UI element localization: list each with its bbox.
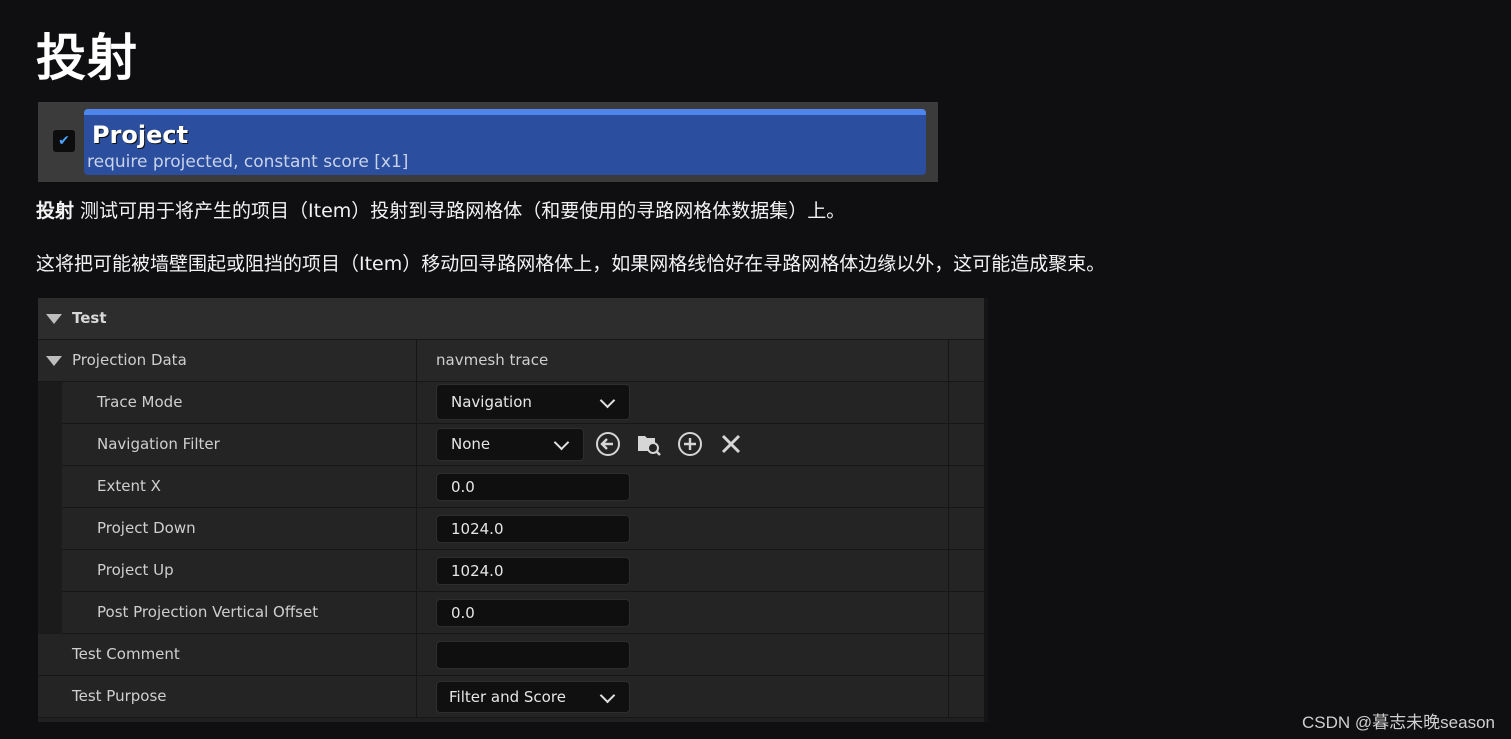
clear-icon[interactable] bbox=[717, 431, 745, 459]
row-navigation-filter: Navigation Filter None bbox=[38, 424, 984, 466]
label-extent-x: Extent X bbox=[97, 477, 161, 495]
watermark: CSDN @暮志未晚season bbox=[1302, 713, 1495, 732]
label-projection-data: Projection Data bbox=[72, 351, 187, 369]
project-node-card: Project require projected, constant scor… bbox=[84, 109, 926, 175]
page-heading: 投射 bbox=[36, 29, 138, 87]
row-project-down: Project Down 1024.0 bbox=[38, 508, 984, 550]
label-project-down: Project Down bbox=[97, 519, 196, 537]
label-trace-mode: Trace Mode bbox=[97, 393, 183, 411]
label-test-comment: Test Comment bbox=[72, 645, 180, 663]
project-down-input[interactable]: 1024.0 bbox=[436, 515, 630, 543]
label-project-up: Project Up bbox=[97, 561, 174, 579]
row-project-up: Project Up 1024.0 bbox=[38, 550, 984, 592]
label-navigation-filter: Navigation Filter bbox=[97, 435, 220, 453]
description-paragraph-2: 这将把可能被墙壁围起或阻挡的项目（Item）移动回寻路网格体上，如果网格线恰好在… bbox=[36, 253, 1106, 275]
chevron-down-icon bbox=[553, 434, 570, 451]
project-up-input[interactable]: 1024.0 bbox=[436, 557, 630, 585]
section-label-test: Test bbox=[72, 309, 107, 327]
back-arrow-icon[interactable] bbox=[594, 431, 622, 459]
trace-mode-value: Navigation bbox=[451, 393, 532, 411]
test-comment-input[interactable] bbox=[436, 641, 630, 669]
post-projection-offset-input[interactable]: 0.0 bbox=[436, 599, 630, 627]
description-text-1: 测试可用于将产生的项目（Item）投射到寻路网格体（和要使用的寻路网格体数据集）… bbox=[74, 200, 846, 222]
value-projection-data: navmesh trace bbox=[436, 351, 549, 369]
label-test-purpose: Test Purpose bbox=[72, 687, 167, 705]
trace-mode-dropdown[interactable]: Navigation bbox=[436, 384, 630, 420]
section-header-test[interactable]: Test bbox=[38, 298, 984, 340]
checkbox-checked-icon[interactable]: ✔ bbox=[53, 130, 75, 152]
test-purpose-dropdown[interactable]: Filter and Score bbox=[436, 681, 630, 713]
expand-caret-icon[interactable] bbox=[46, 356, 62, 366]
project-node-image: ✔ Project require projected, constant sc… bbox=[38, 102, 938, 182]
description-paragraph-1: 投射 测试可用于将产生的项目（Item）投射到寻路网格体（和要使用的寻路网格体数… bbox=[36, 196, 845, 223]
project-node-title: Project bbox=[92, 121, 189, 149]
navigation-filter-value: None bbox=[451, 435, 491, 453]
row-projection-data: Projection Data navmesh trace bbox=[38, 340, 984, 382]
browse-folder-icon[interactable] bbox=[635, 431, 663, 459]
project-node-subtitle: require projected, constant score [x1] bbox=[87, 152, 409, 172]
test-purpose-value: Filter and Score bbox=[449, 688, 566, 706]
navigation-filter-dropdown[interactable]: None bbox=[436, 428, 584, 461]
extent-x-input[interactable]: 0.0 bbox=[436, 473, 630, 501]
chevron-down-icon bbox=[599, 687, 616, 704]
row-trace-mode: Trace Mode Navigation bbox=[38, 382, 984, 424]
collapse-caret-icon[interactable] bbox=[46, 314, 62, 324]
label-post-projection-offset: Post Projection Vertical Offset bbox=[97, 603, 319, 621]
row-test-comment: Test Comment bbox=[38, 634, 984, 676]
row-extent-x: Extent X 0.0 bbox=[38, 466, 984, 508]
details-panel: Test Projection Data navmesh trace Trace… bbox=[38, 298, 988, 722]
row-post-projection-offset: Post Projection Vertical Offset 0.0 bbox=[38, 592, 984, 634]
chevron-down-icon bbox=[599, 392, 616, 409]
description-bold-term: 投射 bbox=[36, 200, 75, 222]
add-icon[interactable] bbox=[676, 431, 704, 459]
row-test-purpose: Test Purpose Filter and Score bbox=[38, 676, 984, 718]
